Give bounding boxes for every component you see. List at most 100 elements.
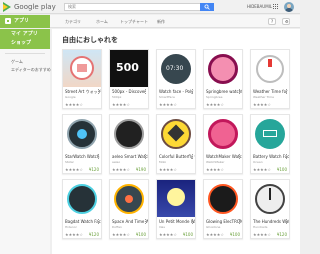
hundreds-watch-thumbnail[interactable]	[251, 180, 289, 217]
app-title[interactable]: Watch face - Poly	[159, 89, 195, 94]
app-card[interactable]: Space And Time WatDoffen ★★★★☆ ¥100	[109, 179, 149, 239]
sidebar-item-shop[interactable]: ショップ	[11, 40, 31, 47]
play-triangle-inner-icon	[3, 4, 8, 10]
app-title[interactable]: Space And Time Wat	[112, 219, 148, 224]
price-label[interactable]: ¥100	[230, 232, 240, 237]
app-title[interactable]: Street Art ウォッチ	[65, 89, 101, 94]
app-card[interactable]: 07:30 Watch face - Poly SmartFace ★★★★☆	[156, 49, 196, 109]
nav-new-releases[interactable]: 新作	[157, 18, 165, 25]
help-button[interactable]: ?	[268, 18, 276, 25]
battery-watch-thumbnail[interactable]	[251, 115, 289, 152]
app-card[interactable]: StarWatch Watch FaStstar ★★★★☆ ¥120	[62, 114, 102, 174]
search-button[interactable]	[200, 3, 214, 11]
rating-stars: ★★★★☆	[253, 232, 271, 237]
app-title[interactable]: Battery Watch Face	[253, 154, 289, 159]
main-content: 自由におしゃれを Street Art ウォッチ Google ★★★★☆ 500 50…	[52, 29, 300, 254]
app-title[interactable]: Un Petit Monde Wa	[159, 219, 195, 224]
rating-stars: ★★★★☆	[112, 102, 130, 107]
nav-top-charts[interactable]: トップチャート	[120, 18, 148, 25]
app-card[interactable]: Weather Time for AndWeather Time ★★★★☆	[250, 49, 290, 109]
dark-watch-thumbnail[interactable]	[63, 115, 101, 152]
app-card[interactable]: 500 500px - Discover 500px ★★★★☆	[109, 49, 149, 109]
rating-stars: ★★★★☆	[159, 232, 177, 237]
price-label[interactable]: ¥100	[277, 167, 287, 172]
app-developer[interactable]: SmartFace	[159, 95, 195, 99]
apps-grid-icon[interactable]	[273, 4, 278, 9]
smart-watch-thumbnail[interactable]	[110, 115, 148, 152]
nav-home[interactable]: ホーム	[96, 18, 108, 25]
app-developer[interactable]: Weather Time	[253, 95, 289, 99]
sidebar: マイ アプリ ショップ ゲーム エディターのおすすめ	[0, 29, 51, 254]
app-developer[interactable]: aeleo	[112, 160, 148, 164]
app-card[interactable]: Battery Watch Face Ocean ★★★★☆ ¥100	[250, 114, 290, 174]
user-name[interactable]: HIDEBAUMIL	[247, 4, 272, 10]
app-title[interactable]: Springbree watchfa	[206, 89, 242, 94]
app-developer[interactable]: 500px	[112, 95, 148, 99]
app-developer[interactable]: Ocean	[253, 160, 289, 164]
rating-stars: ★★★★☆	[253, 102, 271, 107]
avatar[interactable]	[284, 2, 294, 12]
app-card[interactable]: The Hundreds WatchHundreds ★★★★☆ ¥120	[250, 179, 290, 239]
weather-watch-thumbnail[interactable]	[251, 50, 289, 87]
app-card[interactable]: Un Petit Monde Wa Ilias ★★★★☆ ¥100	[156, 179, 196, 239]
search-icon	[204, 4, 210, 10]
app-title[interactable]: Colorful Butterfly w	[159, 154, 195, 159]
search-input[interactable]: 検索	[64, 3, 201, 11]
settings-button[interactable]: ⚙	[282, 18, 290, 25]
sidebar-item-my-apps[interactable]: マイ アプリ	[11, 31, 38, 38]
app-developer[interactable]: Ghostone	[206, 225, 242, 229]
app-title[interactable]: Glowing ElecTRON	[206, 219, 242, 224]
rating-stars: ★★★★☆	[206, 232, 224, 237]
price-label[interactable]: ¥100	[183, 232, 193, 237]
pink-watch-thumbnail[interactable]	[204, 50, 242, 87]
app-title[interactable]: Weather Time for And	[253, 89, 289, 94]
app-card[interactable]: Glowing ElecTRON Ghostone ★★★★☆ ¥100	[203, 179, 243, 239]
app-developer[interactable]: Ilias	[159, 225, 195, 229]
app-title[interactable]: The Hundreds Watch	[253, 219, 289, 224]
rating-stars: ★★★★☆	[65, 167, 83, 172]
sidebar-item-editors-choice[interactable]: エディターのおすすめ	[11, 67, 51, 73]
glow-watch-thumbnail[interactable]	[204, 180, 242, 217]
app-developer[interactable]: Hidenor	[65, 225, 101, 229]
nav-categories[interactable]: カテゴリ	[65, 18, 81, 25]
rating-stars: ★★★★☆	[253, 167, 271, 172]
rating-stars: ★★★★☆	[65, 102, 83, 107]
app-developer[interactable]: Ststar	[65, 160, 101, 164]
app-title[interactable]: aeleo Smart Watch	[112, 154, 148, 159]
price-label[interactable]: ¥120	[89, 232, 99, 237]
night-watch-thumbnail[interactable]	[157, 180, 195, 217]
app-developer[interactable]: Hundreds	[253, 225, 289, 229]
500px-logo-thumbnail[interactable]: 500	[110, 50, 148, 87]
bagdat-watch-thumbnail[interactable]	[63, 180, 101, 217]
space-watch-thumbnail[interactable]	[110, 180, 148, 217]
app-card[interactable]: WatchMaker Watch WatchMaker ★★★★☆	[203, 114, 243, 174]
help-icon: ?	[271, 19, 274, 24]
price-label[interactable]: ¥120	[277, 232, 287, 237]
app-card[interactable]: Colorful Butterfly w Mobi ★★★★☆	[156, 114, 196, 174]
app-developer[interactable]: Mobi	[159, 160, 195, 164]
price-label[interactable]: ¥100	[136, 232, 146, 237]
price-label[interactable]: ¥120	[89, 167, 99, 172]
app-title[interactable]: WatchMaker Watch	[206, 154, 242, 159]
app-title[interactable]: StarWatch Watch Fa	[65, 154, 101, 159]
price-label[interactable]: ¥190	[136, 167, 146, 172]
app-title[interactable]: Bagdat Watch Face	[65, 219, 101, 224]
street-art-thumbnail[interactable]	[63, 50, 101, 87]
google-play-logo[interactable]: Google play	[3, 2, 56, 13]
app-developer[interactable]: Doffen	[112, 225, 148, 229]
watchmaker-thumbnail[interactable]	[204, 115, 242, 152]
app-developer[interactable]: Springbree	[206, 95, 242, 99]
sidebar-item-games[interactable]: ゲーム	[11, 59, 23, 65]
app-card[interactable]: aeleo Smart Watch aeleo ★★★★☆ ¥190	[109, 114, 149, 174]
rating-stars: ★★★★☆	[206, 167, 224, 172]
app-card[interactable]: Springbree watchfa Springbree ★★★★☆	[203, 49, 243, 109]
apps-section-tab[interactable]: アプリ	[0, 15, 50, 28]
app-developer[interactable]: Google	[65, 95, 101, 99]
butterfly-watch-thumbnail[interactable]	[157, 115, 195, 152]
app-card[interactable]: Street Art ウォッチ Google ★★★★☆	[62, 49, 102, 109]
app-title[interactable]: 500px - Discover	[112, 89, 148, 94]
sidebar-primary: マイ アプリ ショップ	[0, 29, 50, 49]
app-developer[interactable]: WatchMaker	[206, 160, 242, 164]
digital-watch-thumbnail[interactable]: 07:30	[157, 50, 195, 87]
app-card[interactable]: Bagdat Watch Face Hidenor ★★★★☆ ¥120	[62, 179, 102, 239]
